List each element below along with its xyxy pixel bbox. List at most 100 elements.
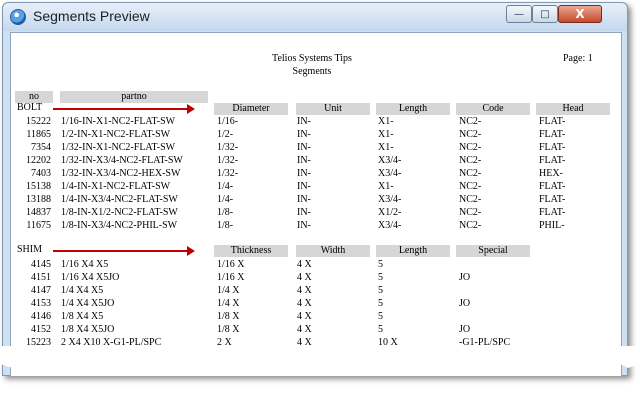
bolt-row-unit: IN-	[297, 168, 311, 179]
bolt-row-code: NC2-	[459, 207, 482, 218]
bolt-row-head: PHIL-	[539, 220, 565, 231]
close-icon: X	[575, 7, 585, 21]
bolt-row-no: 14837	[26, 207, 51, 218]
shim-row-width: 4 X	[297, 298, 312, 309]
shim-row-partno: 1/4 X4 X5	[61, 285, 104, 296]
bolt-row-partno: 1/4-IN-X3/4-NC2-FLAT-SW	[61, 194, 178, 205]
shim-row-no: 4147	[31, 285, 51, 296]
bolt-row-length: X3/4-	[378, 194, 402, 205]
bolt-row-code: NC2-	[459, 181, 482, 192]
bolt-row-head: FLAT-	[539, 142, 566, 153]
shim-row-width: 4 X	[297, 272, 312, 283]
close-button[interactable]: X	[558, 5, 602, 23]
bolt-row-partno: 1/8-IN-X3/4-NC2-PHIL-SW	[61, 220, 178, 231]
bolt-row-partno: 1/4-IN-X1-NC2-FLAT-SW	[61, 181, 171, 192]
shim-row-no: 4151	[31, 272, 51, 283]
shim-row-thickness: 1/4 X	[217, 285, 240, 296]
bolt-row-diameter: 1/4-	[217, 181, 234, 192]
bolt-row-unit: IN-	[297, 142, 311, 153]
shim-row-no: 4153	[31, 298, 51, 309]
shim-row-width: 4 X	[297, 259, 312, 270]
bolt-row-head: HEX-	[539, 168, 563, 179]
partno-column-header: partno	[60, 91, 208, 103]
shim-section-label: SHIM	[17, 244, 43, 255]
bolt-row-unit: IN-	[297, 207, 311, 218]
bolt-row-unit: IN-	[297, 181, 311, 192]
shim-row-length: 5	[378, 259, 383, 270]
shim-row-width: 4 X	[297, 324, 312, 335]
bolt-header-unit: Unit	[296, 103, 370, 115]
bolt-header-head: Head	[536, 103, 610, 115]
bolt-arrow	[53, 104, 195, 114]
bolt-row-no: 15222	[26, 116, 51, 127]
shim-row-special: JO	[459, 298, 471, 309]
shim-row-partno: 1/16 X4 X5JO	[61, 272, 120, 283]
report-name: Segments	[292, 66, 332, 77]
shim-row-length: 5	[378, 285, 383, 296]
shim-row-no: 4145	[31, 259, 51, 270]
minimize-button[interactable]: —	[506, 5, 532, 23]
bolt-row-head: FLAT-	[539, 155, 566, 166]
bolt-header-diameter: Diameter	[214, 103, 288, 115]
bolt-header-code: Code	[456, 103, 530, 115]
page-number: Page: 1	[563, 53, 593, 64]
bolt-row-diameter: 1/16-	[217, 116, 239, 127]
bolt-row-length: X1-	[378, 116, 394, 127]
window-title: Segments Preview	[33, 8, 150, 24]
bolt-row-unit: IN-	[297, 194, 311, 205]
report-company: Telios Systems Tips	[272, 53, 352, 64]
bolt-row-code: NC2-	[459, 194, 482, 205]
preview-window: Segments Preview — □ X Telios Systems Ti…	[2, 2, 628, 376]
bolt-row-partno: 1/2-IN-X1-NC2-FLAT-SW	[61, 129, 171, 140]
bolt-row-diameter: 1/2-	[217, 129, 234, 140]
shim-row-thickness: 1/8 X	[217, 324, 240, 335]
shim-row-length: 5	[378, 311, 383, 322]
bolt-row-code: NC2-	[459, 220, 482, 231]
bolt-row-unit: IN-	[297, 220, 311, 231]
shim-row-partno: 1/16 X4 X5	[61, 259, 109, 270]
bolt-row-diameter: 1/32-	[217, 142, 239, 153]
maximize-icon: □	[540, 8, 550, 20]
shim-header-width: Width	[296, 245, 370, 257]
report-preview: Telios Systems Tips Segments Page: 1 no …	[10, 32, 622, 376]
shim-row-length: 5	[378, 298, 383, 309]
title-bar[interactable]: Segments Preview — □ X	[3, 3, 627, 31]
bolt-row-code: NC2-	[459, 116, 482, 127]
bolt-row-code: NC2-	[459, 142, 482, 153]
shim-header-thickness: Thickness	[214, 245, 288, 257]
bolt-header-length: Length	[376, 103, 450, 115]
shim-row-special: JO	[459, 272, 471, 283]
bolt-row-unit: IN-	[297, 129, 311, 140]
maximize-button[interactable]: □	[532, 5, 558, 23]
bolt-row-unit: IN-	[297, 116, 311, 127]
bolt-row-no: 11865	[26, 129, 51, 140]
bolt-row-partno: 1/16-IN-X1-NC2-FLAT-SW	[61, 116, 176, 127]
shim-row-partno: 1/8 X4 X5	[61, 311, 104, 322]
bolt-row-length: X1-	[378, 129, 394, 140]
shim-row-thickness: 1/16 X	[217, 259, 245, 270]
bolt-row-head: FLAT-	[539, 129, 566, 140]
bolt-row-diameter: 1/4-	[217, 194, 234, 205]
bolt-row-partno: 1/32-IN-X3/4-NC2-HEX-SW	[61, 168, 181, 179]
bolt-row-head: FLAT-	[539, 181, 566, 192]
shim-row-no: 4146	[31, 311, 51, 322]
bolt-row-diameter: 1/8-	[217, 207, 234, 218]
bolt-row-no: 7354	[31, 142, 51, 153]
shim-row-length: 5	[378, 272, 383, 283]
app-icon[interactable]	[10, 9, 26, 25]
shim-row-thickness: 1/8 X	[217, 311, 240, 322]
bolt-row-code: NC2-	[459, 155, 482, 166]
shim-row-partno: 1/8 X4 X5JO	[61, 324, 115, 335]
bolt-row-code: NC2-	[459, 129, 482, 140]
shim-row-width: 4 X	[297, 311, 312, 322]
bolt-row-head: FLAT-	[539, 116, 566, 127]
torn-edge	[0, 346, 640, 372]
bolt-row-no: 13188	[26, 194, 51, 205]
bolt-row-length: X3/4-	[378, 155, 402, 166]
bolt-row-no: 12202	[26, 155, 51, 166]
shim-row-no: 4152	[31, 324, 51, 335]
shim-row-partno: 1/4 X4 X5JO	[61, 298, 115, 309]
bolt-row-length: X3/4-	[378, 220, 402, 231]
bolt-row-no: 11675	[26, 220, 51, 231]
shim-row-thickness: 1/16 X	[217, 272, 245, 283]
